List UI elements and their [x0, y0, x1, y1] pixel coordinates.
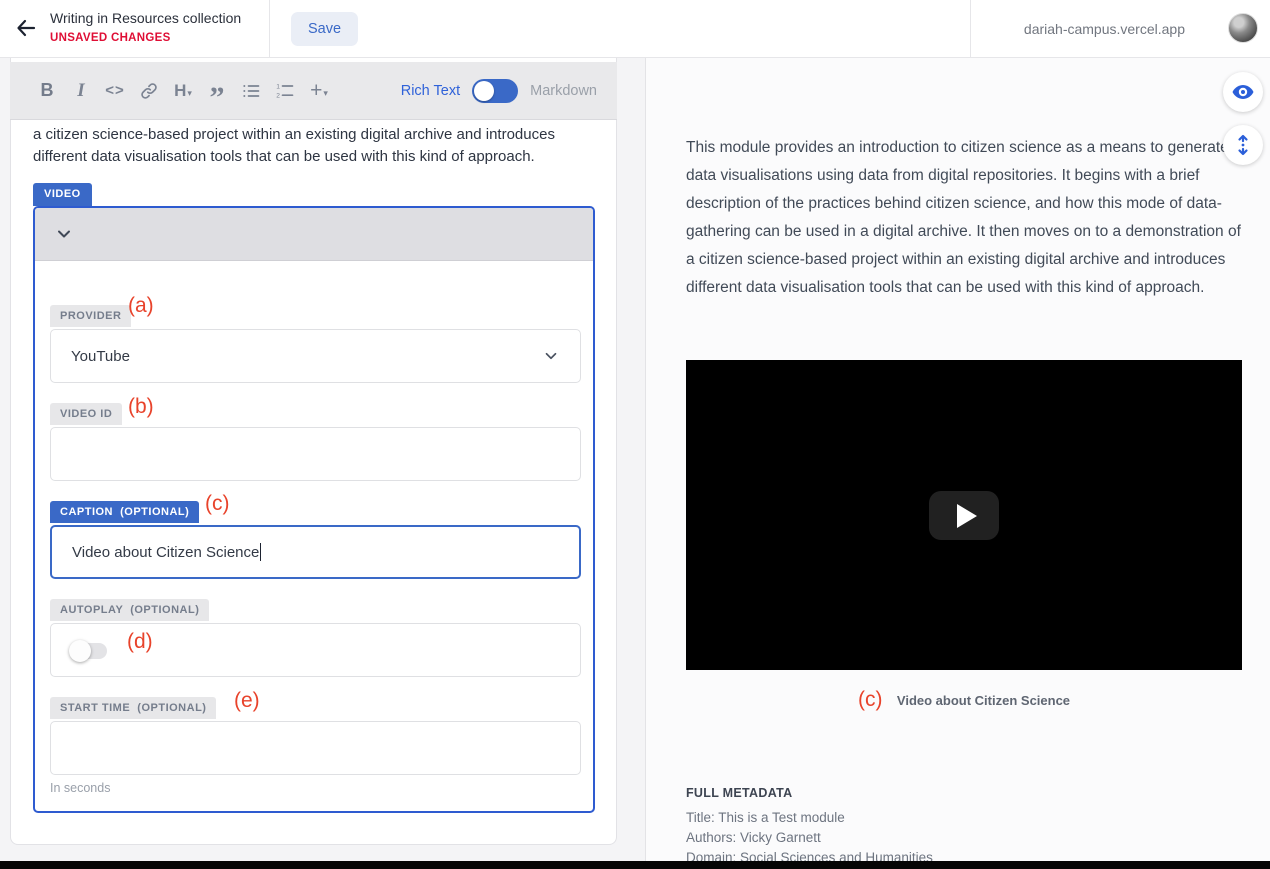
bulleted-list-button[interactable] — [234, 74, 268, 108]
provider-select[interactable]: YouTube — [50, 329, 581, 383]
back-button[interactable] — [14, 16, 42, 44]
svg-text:1: 1 — [276, 83, 280, 90]
video-player[interactable] — [686, 360, 1242, 670]
divider — [970, 0, 971, 58]
video-id-label: VIDEO ID — [50, 403, 122, 425]
annotation-c: (c) — [205, 492, 230, 516]
add-component-button[interactable]: +▾ — [302, 74, 336, 108]
arrow-left-icon — [14, 16, 38, 40]
rich-text-toolbar: B I <> H▾ ” 1 2 +▾ Rich Text Markdown — [10, 62, 617, 120]
scroll-sync-button[interactable] — [1223, 125, 1263, 165]
play-icon — [957, 504, 977, 528]
metadata-lines: Title: This is a Test module Authors: Vi… — [686, 808, 1242, 868]
bottom-bar — [0, 861, 1270, 869]
page-title: Writing in Resources collection — [50, 10, 241, 26]
quote-button[interactable]: ” — [200, 74, 234, 108]
unsaved-changes-status: UNSAVED CHANGES — [50, 32, 241, 44]
caption-text: Video about Citizen Science — [897, 693, 1070, 708]
eye-icon — [1231, 80, 1255, 104]
scroll-sync-icon — [1231, 133, 1255, 157]
play-button[interactable] — [929, 491, 999, 540]
chevron-down-icon — [542, 347, 560, 365]
title-block: Writing in Resources collection UNSAVED … — [50, 10, 241, 44]
chevron-down-icon: ▾ — [187, 88, 192, 99]
divider — [269, 0, 270, 58]
avatar[interactable] — [1228, 13, 1258, 43]
site-name: dariah-campus.vercel.app — [1024, 21, 1185, 37]
top-bar: Writing in Resources collection UNSAVED … — [0, 0, 1270, 58]
metadata-authors: Authors: Vicky Garnett — [686, 828, 1242, 848]
toggle-knob — [69, 640, 91, 662]
caption-label: CAPTION (OPTIONAL) — [50, 501, 199, 523]
full-metadata-heading: FULL METADATA — [686, 786, 792, 800]
numbered-list-button[interactable]: 1 2 — [268, 74, 302, 108]
start-time-hint: In seconds — [50, 781, 110, 795]
link-icon — [139, 81, 159, 101]
preview-paragraph: This module provides an introduction to … — [686, 134, 1244, 302]
annotation-e: (e) — [234, 689, 260, 713]
text-cursor — [260, 543, 261, 561]
provider-value: YouTube — [71, 348, 130, 365]
start-time-input[interactable] — [50, 721, 581, 775]
autoplay-toggle[interactable] — [71, 643, 107, 659]
editor-paragraph[interactable]: a citizen science-based project within a… — [33, 124, 593, 168]
video-caption: (c) Video about Citizen Science — [686, 688, 1242, 712]
caption-input[interactable]: Video about Citizen Science — [50, 525, 581, 579]
code-button[interactable]: <> — [98, 74, 132, 108]
heading-button[interactable]: H▾ — [166, 74, 200, 108]
annotation-d: (d) — [127, 630, 153, 654]
toggle-knob — [474, 81, 494, 101]
annotation-a: (a) — [128, 294, 154, 318]
caption-value: Video about Citizen Science — [72, 544, 259, 561]
mode-markdown-label[interactable]: Markdown — [530, 83, 597, 99]
autoplay-label: AUTOPLAY (OPTIONAL) — [50, 599, 209, 621]
numbered-list-icon: 1 2 — [275, 81, 295, 101]
annotation-b: (b) — [128, 395, 154, 419]
mode-rich-text-label[interactable]: Rich Text — [401, 83, 460, 99]
caption-annotation-c: (c) — [858, 688, 883, 711]
bold-button[interactable]: B — [30, 74, 64, 108]
widget-collapse-header[interactable] — [35, 208, 593, 261]
chevron-down-icon: ▾ — [323, 88, 328, 99]
svg-text:2: 2 — [276, 92, 280, 99]
toggle-preview-button[interactable] — [1223, 72, 1263, 112]
video-widget-tag: VIDEO — [33, 183, 92, 206]
start-time-label: START TIME (OPTIONAL) — [50, 697, 216, 719]
provider-label: PROVIDER — [50, 305, 131, 327]
video-id-input[interactable] — [50, 427, 581, 481]
mode-toggle[interactable] — [472, 79, 518, 103]
video-widget: PROVIDER YouTube VIDEO ID CAPTION (OPTIO… — [33, 206, 595, 813]
bulleted-list-icon — [241, 81, 261, 101]
editor-mode-switch: Rich Text Markdown — [401, 79, 597, 103]
metadata-title: Title: This is a Test module — [686, 808, 1242, 828]
chevron-down-icon — [54, 224, 74, 244]
save-button[interactable]: Save — [291, 12, 358, 46]
link-button[interactable] — [132, 74, 166, 108]
italic-button[interactable]: I — [64, 74, 98, 108]
